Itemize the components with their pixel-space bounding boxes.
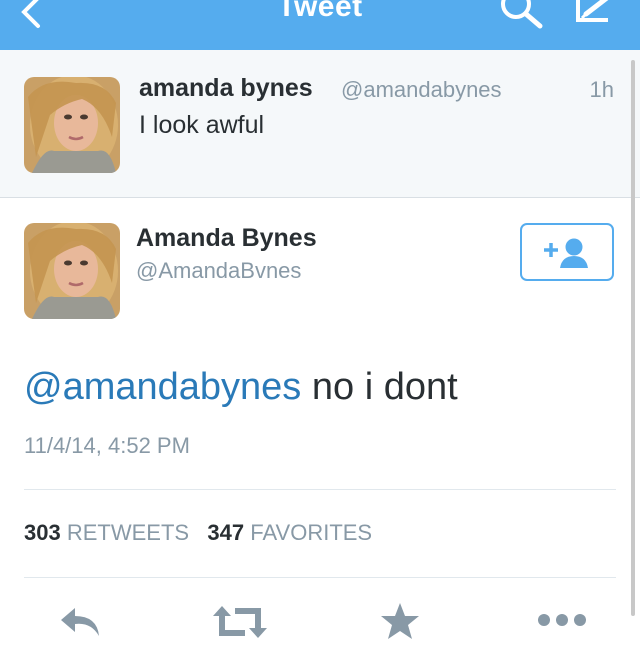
reply-icon[interactable]	[57, 604, 105, 640]
favorite-stat[interactable]: 347 FAVORITES	[207, 520, 372, 545]
parent-author-handle[interactable]: @amandabynes	[341, 77, 502, 103]
parent-tweet-time: 1h	[589, 77, 614, 102]
divider	[24, 489, 616, 490]
avatar[interactable]	[24, 77, 120, 173]
tweet-body: no i dont	[301, 366, 458, 408]
favorite-star-icon[interactable]	[380, 601, 420, 641]
favorite-count: 347	[207, 520, 245, 545]
follow-button[interactable]	[520, 223, 614, 281]
author-name[interactable]: Amanda Bynes	[136, 224, 317, 253]
parent-author-name[interactable]: amanda bynes	[139, 74, 313, 103]
retweet-label: RETWEETS	[66, 520, 190, 545]
add-user-icon	[544, 238, 588, 268]
nav-bar: Tweet	[0, 0, 640, 50]
search-icon[interactable]	[498, 0, 546, 30]
more-icon[interactable]	[537, 612, 587, 628]
scrollbar[interactable]	[631, 60, 635, 616]
retweet-icon[interactable]	[211, 604, 269, 640]
engagement-stats: 303 RETWEETS 347 FAVORITES	[24, 520, 372, 546]
author-handle[interactable]: @AmandaBvnes	[136, 258, 301, 284]
avatar[interactable]	[24, 223, 120, 319]
divider	[24, 577, 616, 578]
tweet-timestamp: 11/4/14, 4:52 PM	[24, 433, 190, 458]
retweet-stat[interactable]: 303 RETWEETS	[24, 520, 189, 545]
mention-link[interactable]: @amandabynes	[24, 366, 301, 408]
parent-tweet[interactable]: amanda bynes @amandabynes 1h I look awfu…	[0, 50, 640, 198]
compose-icon[interactable]	[572, 0, 622, 30]
parent-tweet-text: I look awful	[139, 111, 265, 139]
tweet-text: @amandabynes no i dont	[24, 366, 458, 409]
favorite-label: FAVORITES	[250, 520, 373, 545]
retweet-count: 303	[24, 520, 61, 545]
